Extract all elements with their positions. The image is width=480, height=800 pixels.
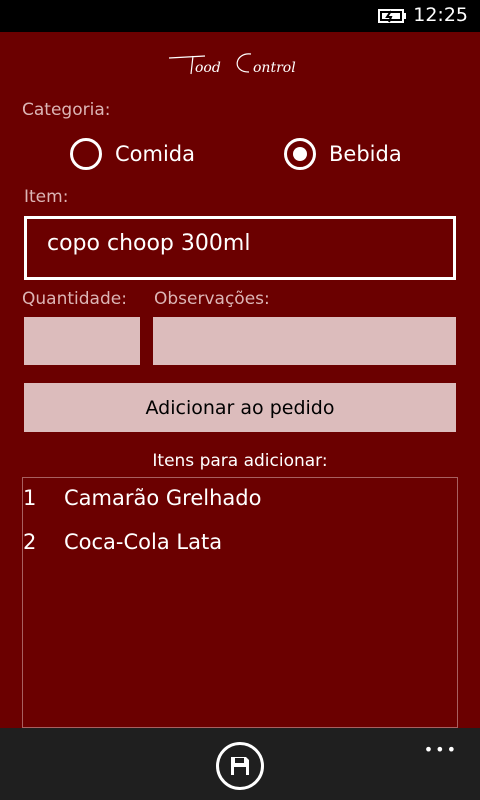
items-list[interactable]: 1 Camarão Grelhado 2 Coca-Cola Lata <box>22 477 458 728</box>
radio-bebida-label: Bebida <box>329 142 402 166</box>
more-icon[interactable]: ••• <box>424 740 458 759</box>
list-item-name: Coca-Cola Lata <box>64 530 223 554</box>
save-icon <box>231 757 249 775</box>
observacoes-label: Observações: <box>154 289 270 309</box>
save-button[interactable] <box>216 742 264 790</box>
quantidade-label: Quantidade: <box>22 289 127 309</box>
app-logo: ood ontrol <box>168 53 296 76</box>
radio-bebida[interactable]: Bebida <box>284 136 402 172</box>
observacoes-field[interactable] <box>153 317 456 365</box>
radio-comida-label: Comida <box>115 142 196 166</box>
svg-text:ood: ood <box>195 60 221 76</box>
item-label: Item: <box>24 187 69 207</box>
svg-text:ontrol: ontrol <box>253 60 296 76</box>
status-bar: 12:25 <box>0 0 480 32</box>
radio-comida[interactable]: Comida <box>70 136 195 172</box>
list-item[interactable]: 2 Coca-Cola Lata <box>23 524 222 560</box>
radio-bebida-circle[interactable] <box>284 138 316 170</box>
list-item-number: 1 <box>23 486 37 510</box>
categoria-label: Categoria: <box>22 100 111 120</box>
add-to-order-button[interactable]: Adicionar ao pedido <box>24 383 456 432</box>
list-item-number: 2 <box>23 530 37 554</box>
app-bar: ••• <box>0 728 480 800</box>
list-item-name: Camarão Grelhado <box>64 486 262 510</box>
item-input[interactable]: copo choop 300ml <box>24 216 456 280</box>
list-item[interactable]: 1 Camarão Grelhado <box>23 480 261 516</box>
battery-charging-icon <box>378 9 406 23</box>
list-title: Itens para adicionar: <box>152 451 328 471</box>
radio-comida-circle[interactable] <box>70 138 102 170</box>
quantidade-field[interactable] <box>24 317 140 365</box>
clock: 12:25 <box>413 4 468 26</box>
